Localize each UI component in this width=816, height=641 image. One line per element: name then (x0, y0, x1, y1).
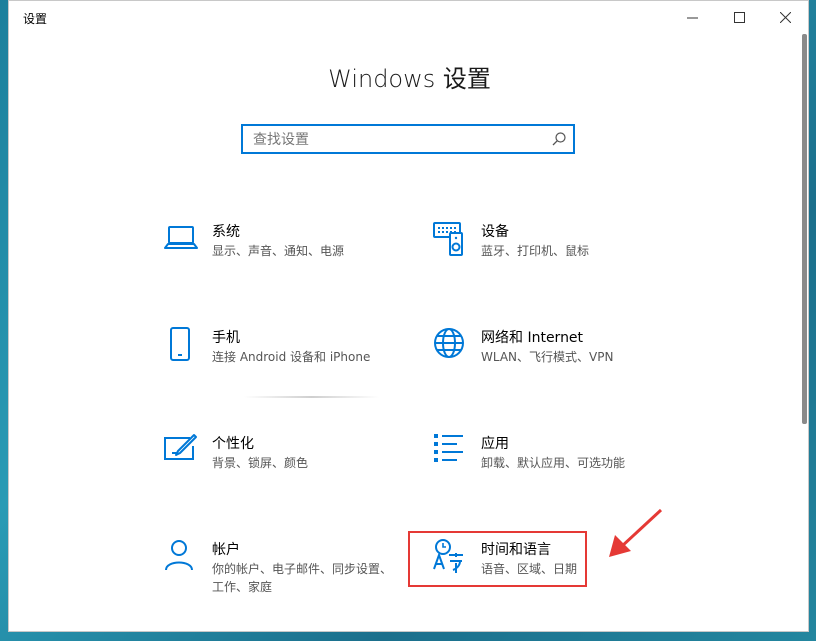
minimize-icon (686, 17, 698, 19)
watermark-logo: Baidu经验 (615, 575, 766, 608)
tile-personalization[interactable]: 个性化 背景、锁屏、颜色 (164, 433, 404, 493)
settings-window: 设置 Windows 设置 系统 显示、声音、通知、电源 (8, 0, 809, 632)
highlight-box (408, 531, 587, 587)
globe-icon (434, 328, 464, 358)
tile-system[interactable]: 系统 显示、声音、通知、电源 (164, 221, 404, 281)
section-divider (244, 396, 379, 398)
minimize-button[interactable] (669, 1, 715, 34)
search-box[interactable] (241, 124, 575, 154)
laptop-icon (164, 226, 198, 249)
maximize-button[interactable] (716, 1, 762, 34)
maximize-icon (733, 12, 745, 23)
tile-network[interactable]: 网络和 Internet WLAN、飞行模式、VPN (433, 327, 673, 387)
tile-name: 系统 (212, 224, 240, 240)
phone-icon (170, 327, 190, 361)
tile-phone[interactable]: 手机 连接 Android 设备和 iPhone (164, 327, 404, 387)
window-title: 设置 (23, 12, 48, 26)
tile-description: 显示、声音、通知、电源 (212, 244, 345, 258)
baidu-watermark: Baidu经验 jingyan.baidu.com (615, 566, 815, 636)
tile-name: 网络和 Internet (481, 330, 584, 346)
tile-apps[interactable]: 应用 卸载、默认应用、可选功能 (433, 433, 673, 493)
tile-name: 应用 (481, 436, 509, 452)
tile-description: 卸载、默认应用、可选功能 (481, 456, 626, 470)
tile-description: 背景、锁屏、颜色 (212, 456, 309, 470)
watermark-url: jingyan.baidu.com (625, 608, 730, 623)
tile-accounts[interactable]: 帐户 你的帐户、电子邮件、同步设置、工作、家庭 (164, 539, 404, 599)
title-bar[interactable]: 设置 (9, 1, 808, 34)
person-icon (165, 540, 193, 571)
personalization-icon (164, 434, 197, 460)
red-arrow-icon (609, 508, 663, 557)
search-icon[interactable] (551, 131, 567, 147)
page-title: Windows 设置 (328, 65, 491, 93)
tile-name: 帐户 (212, 542, 240, 558)
close-button[interactable] (762, 1, 808, 34)
apps-list-icon (434, 434, 463, 462)
tile-description: 你的帐户、电子邮件、同步设置、工作、家庭 (212, 562, 393, 594)
tile-description: 连接 Android 设备和 iPhone (212, 350, 371, 364)
devices-icon (433, 222, 463, 256)
tile-description: 蓝牙、打印机、鼠标 (481, 244, 590, 258)
close-icon (779, 12, 791, 23)
tile-name: 手机 (212, 330, 240, 346)
tile-name: 个性化 (212, 436, 254, 452)
tile-description: WLAN、飞行模式、VPN (481, 350, 614, 364)
tile-name: 设备 (481, 224, 509, 240)
search-input[interactable] (251, 129, 545, 151)
tile-devices[interactable]: 设备 蓝牙、打印机、鼠标 (433, 221, 673, 281)
